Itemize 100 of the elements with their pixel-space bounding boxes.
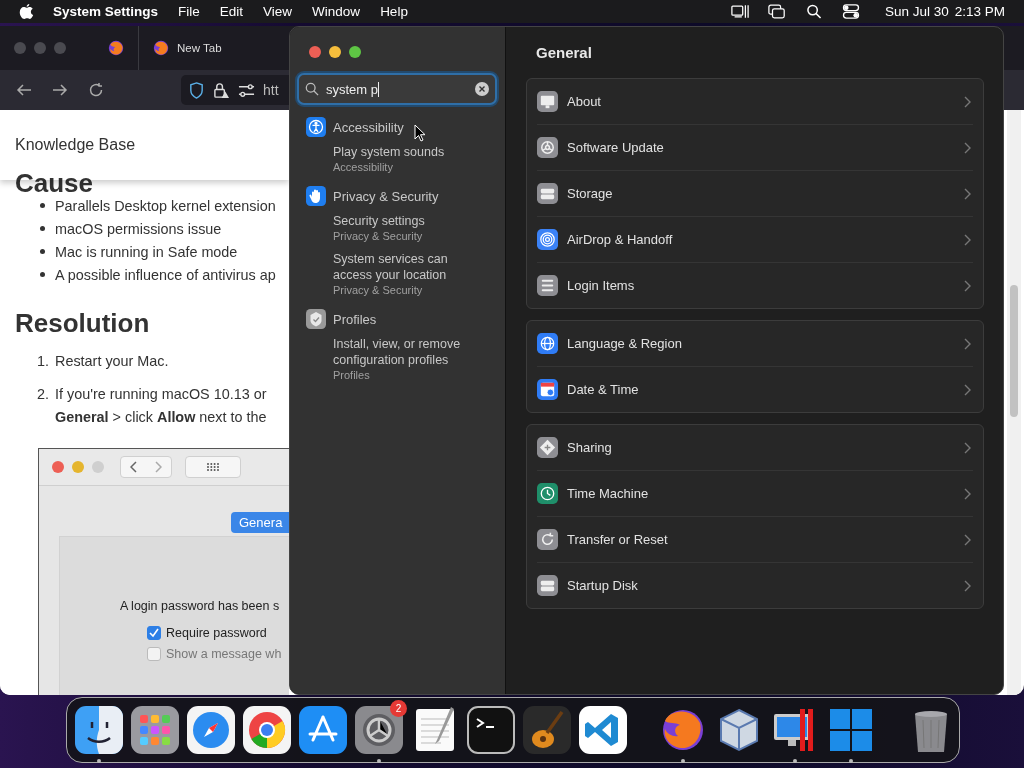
- site-title[interactable]: Knowledge Base: [15, 136, 136, 154]
- chevron-right-icon: [963, 141, 971, 154]
- dot-grid-icon: [206, 462, 220, 472]
- accessibility-icon: [306, 117, 326, 137]
- checkbox-label: Require password: [166, 626, 267, 640]
- checkmark-badge-icon: [306, 309, 326, 329]
- sliders-icon[interactable]: [238, 81, 255, 99]
- search-result[interactable]: Play system sounds: [333, 144, 483, 160]
- step-number: 2.: [37, 385, 50, 404]
- menu-bar-date[interactable]: Sun Jul 30: [884, 4, 949, 19]
- code-editor-icon[interactable]: [579, 706, 627, 754]
- shield-icon[interactable]: [188, 81, 205, 99]
- window-control-dot[interactable]: [54, 42, 66, 54]
- menu-item[interactable]: Edit: [219, 4, 244, 19]
- smiling-face-icon[interactable]: [75, 706, 123, 754]
- ring-logo-icon[interactable]: [243, 706, 291, 754]
- compass-icon[interactable]: [187, 706, 235, 754]
- chevron-right-icon: [963, 441, 971, 454]
- clock-icon: [537, 483, 558, 504]
- zoom-button[interactable]: [349, 46, 361, 58]
- pane-title: General: [535, 43, 593, 63]
- search-result[interactable]: Security settings: [333, 213, 483, 229]
- window-control-dot: [92, 461, 104, 473]
- bullet-text: macOS permissions issue: [55, 220, 222, 237]
- settings-row[interactable]: Transfer or Reset: [537, 517, 973, 563]
- scroll-thumb[interactable]: [1010, 285, 1018, 417]
- apple-logo-icon[interactable]: [19, 3, 34, 20]
- window-control-dot[interactable]: [34, 42, 46, 54]
- result-section[interactable]: Privacy & Security: [333, 188, 439, 204]
- settings-row[interactable]: Sharing: [537, 425, 973, 471]
- settings-row[interactable]: Login Items: [537, 263, 973, 308]
- checkbox-label: Show a message wh: [166, 647, 282, 661]
- chevron-right-icon: [963, 383, 971, 396]
- section-heading: Cause: [15, 167, 95, 194]
- address-field[interactable]: htt: [181, 75, 289, 105]
- close-button[interactable]: [309, 46, 321, 58]
- list-icon: [537, 275, 558, 296]
- display-icon[interactable]: [730, 4, 749, 19]
- diamond-icon: [537, 437, 558, 458]
- settings-row[interactable]: AirDrop & Handoff: [537, 217, 973, 263]
- settings-row[interactable]: Date & Time: [537, 367, 973, 412]
- chevron-left-icon: [130, 461, 137, 473]
- settings-row[interactable]: Startup Disk: [537, 563, 973, 608]
- minimize-button[interactable]: [329, 46, 341, 58]
- chevron-right-icon: [155, 461, 162, 473]
- bullet-point: [40, 203, 45, 208]
- chevron-right-icon: [963, 233, 971, 246]
- drive-icon: [537, 183, 558, 204]
- back-arrow-icon[interactable]: [16, 82, 32, 98]
- toggles-icon[interactable]: [841, 4, 860, 19]
- app-menu[interactable]: System Settings: [53, 4, 159, 19]
- guitar-icon[interactable]: [523, 706, 571, 754]
- search-result[interactable]: Install, view, or remove configuration profiles: [333, 336, 483, 368]
- window-control-dot: [52, 461, 64, 473]
- chevron-right-icon: [963, 337, 971, 350]
- overlapping-windows-icon[interactable]: [767, 4, 786, 19]
- step-text: If you're running macOS 10.13 or: [55, 385, 267, 404]
- search-icon[interactable]: [804, 4, 823, 19]
- step-number: 1.: [37, 352, 50, 371]
- window-control-dot[interactable]: [14, 42, 26, 54]
- menu-item[interactable]: File: [178, 4, 200, 19]
- mouse-pointer-icon: [414, 124, 426, 142]
- menu-bar-time[interactable]: 2:13 PM: [954, 4, 1005, 19]
- preference-text: A login password has been s: [120, 599, 280, 613]
- settings-row[interactable]: Language & Region: [537, 321, 973, 367]
- padlock-warning-icon[interactable]: [213, 81, 230, 99]
- forward-arrow-icon[interactable]: [52, 82, 68, 98]
- chevron-right-icon: [963, 487, 971, 500]
- chevron-right-icon: [963, 533, 971, 546]
- result-section[interactable]: Accessibility: [333, 119, 404, 135]
- gear-icon[interactable]: [355, 706, 403, 754]
- clear-icon[interactable]: [475, 82, 489, 96]
- bullet-text: Parallels Desktop kernel extension: [55, 197, 276, 214]
- fox-globe-icon: [108, 40, 124, 56]
- menu-item[interactable]: View: [263, 4, 293, 19]
- drive-icon: [537, 575, 558, 596]
- settings-row[interactable]: About: [537, 79, 973, 125]
- step-text: Restart your Mac.: [55, 352, 169, 371]
- menu-item[interactable]: Window: [312, 4, 361, 19]
- app-grid-icon[interactable]: [131, 706, 179, 754]
- search-result[interactable]: System services can access your location: [333, 251, 483, 283]
- calendar-icon: [537, 379, 558, 400]
- reload-icon[interactable]: [88, 82, 104, 98]
- scrollbar[interactable]: [1007, 110, 1021, 695]
- settings-row[interactable]: Software Update: [537, 125, 973, 171]
- settings-row[interactable]: Time Machine: [537, 471, 973, 517]
- result-category: Accessibility: [333, 160, 394, 174]
- menu-item[interactable]: Help: [380, 4, 408, 19]
- terminal-icon[interactable]: [467, 706, 515, 754]
- search-field[interactable]: system p: [297, 73, 497, 105]
- browser-tab[interactable]: New Tab: [139, 26, 236, 70]
- window-grid-icon[interactable]: [827, 706, 875, 754]
- bullet-text: Mac is running in Safe mode: [55, 243, 238, 260]
- result-section[interactable]: Profiles: [333, 311, 377, 327]
- chevron-right-icon: [963, 187, 971, 200]
- fox-globe-icon: [153, 40, 169, 56]
- step-text: General > click Allow next to the: [55, 408, 267, 427]
- result-category: Profiles: [333, 368, 371, 382]
- chevron-right-icon: [963, 279, 971, 292]
- settings-row[interactable]: Storage: [537, 171, 973, 217]
